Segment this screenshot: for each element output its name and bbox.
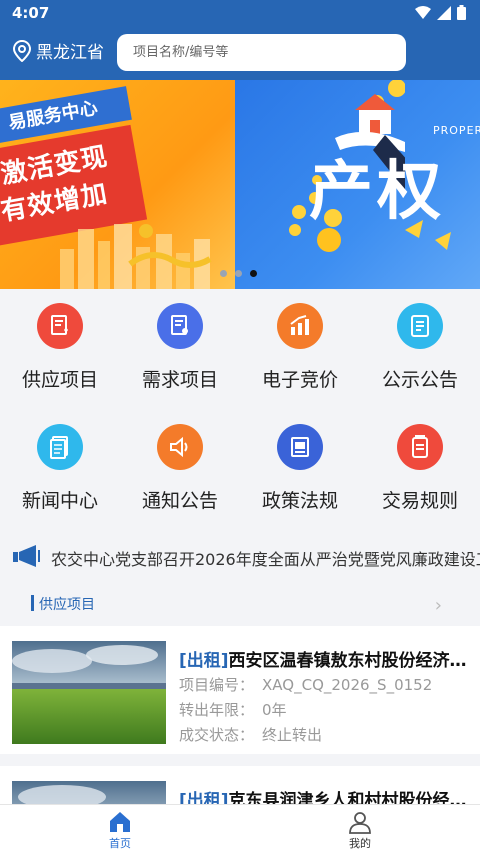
notice-text[interactable]: 农交中心党支部召开2026年度全面从严治党暨党风廉政建设工作会议 — [51, 546, 480, 570]
carousel-dot-active[interactable] — [250, 270, 257, 277]
listing-card[interactable]: [出租]克东县润津乡人和村村股份经济合作社 — [0, 766, 480, 804]
status-time: 4:07 — [12, 4, 50, 22]
user-icon — [349, 812, 371, 834]
tab-mine-label: 我的 — [349, 837, 371, 850]
status-bar: 4:07 — [0, 0, 480, 26]
notice-icon — [157, 424, 203, 470]
grid-item-supply[interactable]: 供应项目 — [0, 289, 120, 399]
megaphone-icon — [13, 545, 40, 567]
banner-subtitle: PROPERT — [433, 124, 480, 137]
news-icon — [37, 424, 83, 470]
listing-card[interactable]: [出租]西安区温春镇敖东村股份经济合作社 项目编号：XAQ_CQ_2026_S_… — [0, 626, 480, 754]
app-header: 4:07 黑龙江省 — [0, 0, 480, 80]
listing-field-term: 转出年限： 0年 — [179, 701, 287, 719]
location-selector[interactable]: 黑龙江省 — [12, 38, 104, 63]
listing-list: [出租]西安区温春镇敖东村股份经济合作社 项目编号：XAQ_CQ_2026_S_… — [0, 626, 480, 804]
grid-label: 需求项目 — [141, 369, 218, 391]
grid-item-demand[interactable]: 需求项目 — [120, 289, 240, 399]
signal-icon — [437, 5, 451, 20]
search-input[interactable] — [117, 34, 406, 71]
listing-title-text: 克东县润津乡人和村村股份经济合作社 — [228, 791, 469, 804]
listing-field-status: 成交状态： 终止转出 — [179, 726, 323, 744]
grid-label: 电子竞价 — [261, 369, 338, 391]
grid-label: 新闻中心 — [21, 490, 98, 512]
listing-thumbnail — [12, 781, 166, 804]
grid-label: 供应项目 — [21, 369, 98, 391]
grid-label: 公示公告 — [381, 369, 458, 391]
listing-title: [出租]克东县润津乡人和村村股份经济合作社 — [179, 786, 469, 804]
grid-item-policy[interactable]: 政策法规 — [240, 410, 360, 520]
carousel-indicator — [220, 270, 257, 277]
chevron-right-icon[interactable]: › — [435, 595, 442, 616]
tab-home[interactable]: 首页 — [60, 809, 180, 851]
announce-icon — [397, 303, 443, 349]
grid-label: 通知公告 — [141, 490, 218, 512]
listing-tag: [出租] — [179, 651, 229, 671]
wifi-icon — [415, 5, 431, 19]
banner-carousel[interactable]: 易服务中心 激活变现 有效增加 PROPER 产权 — [0, 80, 480, 289]
home-icon — [110, 812, 130, 832]
listing-title-text: 西安区温春镇敖东村股份经济合作社 — [228, 651, 469, 671]
decorative-triangles — [405, 220, 451, 250]
status-icons — [415, 5, 466, 20]
listing-field-code: 项目编号： XAQ_CQ_2026_S_0152 — [179, 676, 433, 694]
listing-title: [出租]西安区温春镇敖东村股份经济合作社 — [179, 646, 469, 671]
tab-mine[interactable]: 我的 — [300, 809, 420, 851]
location-pin-icon — [12, 39, 32, 62]
auction-icon — [277, 303, 323, 349]
demand-icon — [157, 303, 203, 349]
function-grid: 供应项目 需求项目 电子竞价 公示公告 新闻中心 通知公告 政策法规 交易规则 — [0, 289, 480, 532]
grid-item-news[interactable]: 新闻中心 — [0, 410, 120, 520]
location-label: 黑龙江省 — [36, 43, 104, 63]
carousel-dot[interactable] — [220, 270, 227, 277]
grid-item-auction[interactable]: 电子竞价 — [240, 289, 360, 399]
rules-icon — [397, 424, 443, 470]
listing-thumbnail — [12, 641, 166, 744]
tab-home-label: 首页 — [109, 837, 131, 850]
search-box[interactable] — [117, 34, 406, 71]
section-header-supply[interactable]: 供应项目 › — [0, 585, 480, 625]
battery-icon — [457, 5, 466, 20]
section-accent-bar — [31, 595, 34, 611]
banner-slide-right: PROPERT 产权 — [235, 80, 480, 289]
banner-title: 产权 — [309, 155, 445, 229]
notice-marquee[interactable]: 农交中心党支部召开2026年度全面从严治党暨党风廉政建设工作会议 — [0, 535, 480, 579]
policy-icon — [277, 424, 323, 470]
section-title: 供应项目 — [39, 597, 95, 613]
grid-item-rules[interactable]: 交易规则 — [360, 410, 480, 520]
grid-item-notice[interactable]: 通知公告 — [120, 410, 240, 520]
grid-label: 交易规则 — [381, 490, 458, 512]
bottom-navigation: 首页 我的 — [0, 804, 480, 854]
listing-tag: [出租] — [179, 791, 229, 804]
banner-slide-left: 易服务中心 激活变现 有效增加 — [0, 80, 235, 289]
city-skyline-illustration — [60, 224, 212, 289]
supply-icon — [37, 303, 83, 349]
grid-label: 政策法规 — [261, 490, 338, 512]
carousel-dot[interactable] — [235, 270, 242, 277]
grid-item-announce[interactable]: 公示公告 — [360, 289, 480, 399]
